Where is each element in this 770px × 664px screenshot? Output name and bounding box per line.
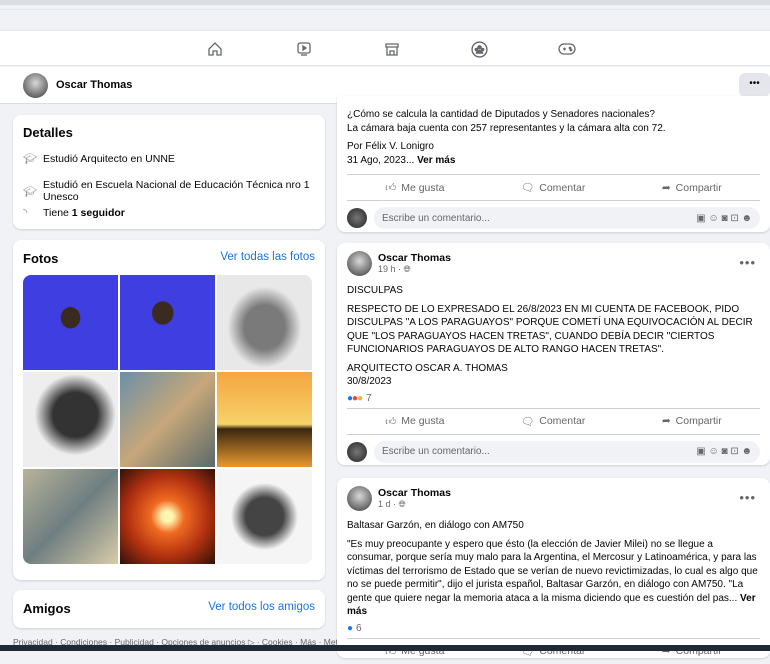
share-icon: ➦ [661,181,671,194]
photo-thumb[interactable] [120,469,215,564]
comment-row: Escribe un comentario... ▣ ☺ ◙ ⊡ ☻ [347,433,760,463]
detail-text: Estudió Arquitecto en UNNE [43,152,175,165]
post-text: DISCULPAS RESPECTO DE LO EXPRESADO EL 26… [347,285,753,387]
detail-item: 🎓︎ Estudió Arquitecto en UNNE [23,152,175,166]
post-actions: 👍︎ Me gusta 🗨︎ Comentar ➦ Compartir [347,407,760,434]
details-title: Detalles [23,125,73,140]
gaming-icon[interactable] [557,39,577,59]
photo-thumb[interactable] [120,372,215,467]
detail-text: Estudió en Escuela Nacional de Educación… [43,179,310,203]
globe-icon: 🌐︎ [403,264,411,274]
share-icon: ➦ [661,415,671,427]
like-reaction-icon: ● [347,622,354,634]
friends-title: Amigos [23,601,71,616]
os-taskbar [0,645,770,651]
see-all-friends-link[interactable]: Ver todos los amigos [208,601,315,613]
post-time[interactable]: 1 d · [378,499,396,509]
profile-more-button[interactable]: ••• [739,73,770,97]
post-text: ¿Cómo se calcula la cantidad de Diputado… [347,109,666,166]
like-button[interactable]: 👍︎ Me gusta [385,181,444,195]
post: Oscar Thomas 19 h · 🌐︎ ••• DISCULPAS RESP… [337,243,770,465]
profile-name[interactable]: Oscar Thomas [56,79,132,91]
rss-icon: ◝ [23,207,28,219]
detail-item: 🎓︎ Estudió en Escuela Nacional de Educaci… [23,179,325,203]
author-name[interactable]: Oscar Thomas [378,252,451,264]
details-card: Detalles 🎓︎ Estudió Arquitecto en UNNE 🎓︎… [13,115,325,229]
post-header: Oscar Thomas 1 d · 🌐︎ ••• [337,478,770,519]
post-text: Baltasar Garzón, en diálogo con AM750 "E… [347,520,758,617]
comment-icon: 🗨︎ [520,182,535,194]
photo-grid [23,275,312,564]
detail-item: ◝ Tiene 1 seguidor [23,206,125,220]
comment-input[interactable]: Escribe un comentario... ▣ ☺ ◙ ⊡ ☻ [374,207,760,229]
post-more-icon[interactable]: ••• [739,490,756,505]
photo-thumb[interactable] [23,275,118,370]
author-avatar[interactable] [347,486,372,511]
graduation-cap-icon: 🎓︎ [23,153,37,165]
author-avatar[interactable] [347,251,372,276]
like-button[interactable]: 👍︎ Me gusta [385,415,444,428]
comment-row: Escribe un comentario... ▣ ☺ ◙ ⊡ ☻ [347,200,760,229]
photo-thumb[interactable] [23,372,118,467]
browser-top [0,0,770,5]
photos-title: Fotos [23,251,59,266]
detail-text: Tiene 1 seguidor [43,206,125,219]
photo-thumb[interactable] [217,469,312,564]
main-nav [0,30,770,66]
reactions[interactable]: ● 6 [337,619,770,638]
comment-button[interactable]: 🗨︎ Comentar [520,181,585,195]
video-icon[interactable] [294,39,314,59]
like-icon: 👍︎ [385,182,397,194]
globe-icon: 🌐︎ [398,499,406,509]
post-more-icon[interactable]: ••• [739,255,756,270]
photo-thumb[interactable] [23,469,118,564]
post-time[interactable]: 19 h · [378,264,401,274]
share-button[interactable]: ➦ Compartir [662,415,722,427]
top-strip [0,9,770,29]
comment-icon: 🗨︎ [520,415,535,428]
post: Oscar Thomas 1 d · 🌐︎ ••• Baltasar Garzón… [337,478,770,658]
comment-button[interactable]: 🗨︎ Comentar [521,415,585,428]
reactions[interactable]: ● ● ● 7 [337,389,770,408]
photo-thumb[interactable] [120,275,215,370]
comment-tools-icons[interactable]: ▣ ☺ ◙ ⊡ ☻ [696,213,752,224]
photos-card: Fotos Ver todas las fotos [13,240,325,580]
comment-input[interactable]: Escribe un comentario... ▣ ☺ ◙ ⊡ ☻ [374,440,760,463]
groups-icon[interactable] [469,39,489,59]
post: ¿Cómo se calcula la cantidad de Diputado… [337,96,770,232]
graduation-cap-icon: 🎓︎ [23,185,37,198]
share-button[interactable]: ➦ Compartir [662,182,722,194]
author-name[interactable]: Oscar Thomas [378,487,451,499]
care-reaction-icon: ● [357,392,364,404]
like-icon: 👍︎ [385,415,397,428]
comment-tools-icons[interactable]: ▣ ☺ ◙ ⊡ ☻ [696,446,752,457]
marketplace-icon[interactable] [382,39,402,59]
user-avatar [347,208,367,228]
see-more-link[interactable]: Ver más [417,155,455,166]
friends-card: Amigos Ver todos los amigos [13,590,325,628]
followers-link[interactable]: 1 seguidor [72,207,125,219]
home-icon[interactable] [205,39,225,59]
user-avatar [347,441,367,462]
post-header: Oscar Thomas 19 h · 🌐︎ ••• [337,243,770,284]
photo-thumb[interactable] [217,275,312,370]
post-actions: 👍︎ Me gusta 🗨︎ Comentar ➦ Compartir [347,174,760,200]
photo-thumb[interactable] [217,372,312,467]
see-all-photos-link[interactable]: Ver todas las fotos [220,251,315,263]
profile-avatar[interactable] [23,73,48,98]
